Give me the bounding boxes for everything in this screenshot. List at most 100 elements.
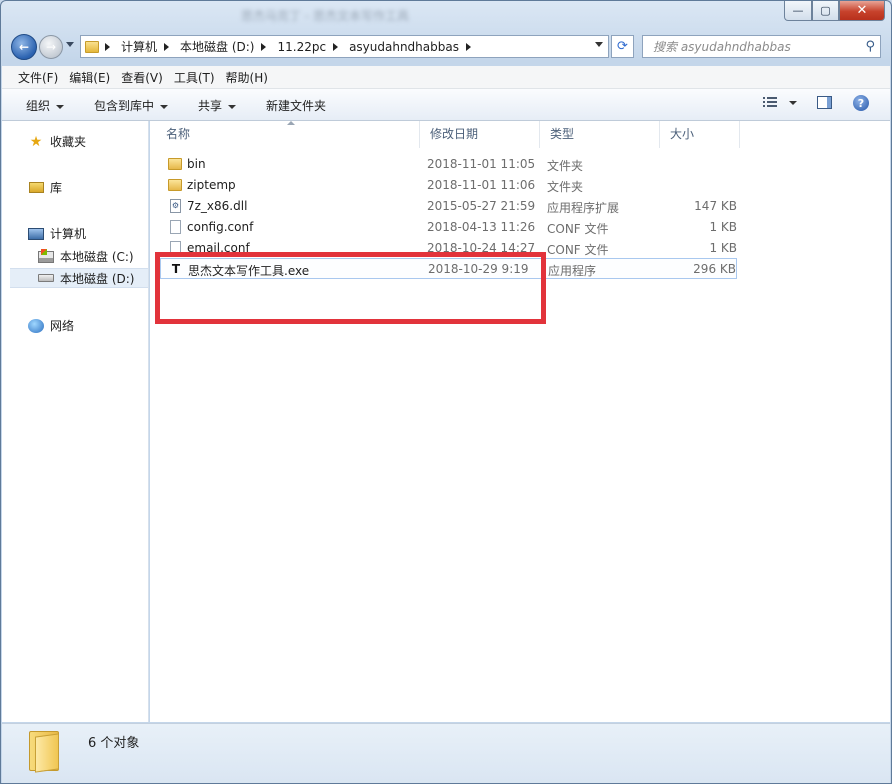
preview-pane-icon[interactable]	[817, 96, 832, 109]
explorer-window: 思杰马克丁 - 思杰文本写作工具 — ▢ ✕ ← → 计算机 本地磁盘 (D:)…	[0, 0, 892, 784]
breadcrumb-arrow-icon[interactable]	[164, 42, 170, 51]
file-size: 1 KB	[709, 220, 737, 234]
organize-button[interactable]: 组织	[26, 97, 65, 114]
file-size: 296 KB	[693, 262, 736, 276]
exe-icon: T	[171, 262, 181, 276]
include-label: 包含到库中	[94, 99, 155, 113]
file-row-exe-selected[interactable]: T 思杰文本写作工具.exe 2018-10-29 9:19 应用程序 296 …	[160, 258, 737, 279]
chevron-down-icon	[56, 104, 65, 109]
breadcrumb-arrow-icon[interactable]	[333, 42, 339, 51]
nav-favorites-label: 收藏夹	[50, 135, 87, 149]
back-arrow-icon: ←	[18, 40, 30, 54]
nav-libraries-label: 库	[50, 181, 63, 195]
breadcrumb-arrow-icon[interactable]	[465, 42, 471, 51]
file-type: 文件夹	[547, 159, 584, 173]
file-date: 2018-11-01 11:06	[427, 178, 536, 192]
file-icon	[170, 220, 181, 234]
file-date: 2018-04-13 11:26	[427, 220, 536, 234]
file-size: 1 KB	[709, 241, 737, 255]
nav-network[interactable]: 网络	[28, 317, 74, 334]
nav-drive-d[interactable]: 本地磁盘 (D:)	[10, 268, 148, 288]
file-name: config.conf	[187, 220, 254, 234]
address-history-dropdown[interactable]	[595, 42, 603, 47]
nav-drive-d-label: 本地磁盘 (D:)	[60, 271, 135, 286]
column-header-size[interactable]: 大小	[660, 121, 740, 148]
search-icon[interactable]: ⚲	[865, 39, 875, 54]
menu-help[interactable]: 帮助(H)	[210, 69, 274, 86]
chevron-down-icon	[160, 104, 169, 109]
file-date: 2015-05-27 21:59	[427, 199, 536, 213]
close-button[interactable]: ✕	[839, 1, 885, 21]
nav-computer[interactable]: 计算机	[28, 225, 86, 242]
refresh-button[interactable]: ⟳	[611, 35, 634, 58]
nav-network-label: 网络	[50, 319, 75, 333]
file-date: 2018-11-01 11:05	[427, 157, 536, 171]
share-label: 共享	[198, 99, 223, 113]
window-title: 思杰马克丁 - 思杰文本写作工具	[241, 9, 409, 23]
command-bar: 组织 包含到库中 共享 新建文件夹	[2, 89, 890, 121]
new-folder-button[interactable]: 新建文件夹	[266, 97, 326, 114]
folder-icon	[168, 179, 182, 191]
forward-button[interactable]: →	[39, 35, 63, 59]
column-header-type[interactable]: 类型	[540, 121, 660, 148]
help-icon[interactable]: ?	[853, 95, 869, 111]
column-header-name[interactable]: 名称	[156, 121, 420, 148]
nav-favorites[interactable]: ★ 收藏夹	[28, 133, 86, 150]
minimize-button[interactable]: —	[784, 1, 812, 21]
file-date: 2018-10-24 14:27	[427, 241, 536, 255]
search-box[interactable]: ⚲	[642, 35, 881, 58]
file-type: 文件夹	[547, 180, 584, 194]
star-icon: ★	[29, 133, 43, 150]
file-date: 2018-10-29 9:19	[428, 262, 529, 276]
file-name: email.conf	[187, 241, 250, 255]
breadcrumb-arrow-icon[interactable]	[105, 42, 110, 51]
nav-libraries[interactable]: 库	[28, 179, 62, 196]
breadcrumb-current-folder[interactable]: asyudahndhabbas	[346, 36, 462, 57]
file-row-config-conf[interactable]: config.conf 2018-04-13 11:26 CONF 文件 1 K…	[160, 217, 737, 238]
library-icon	[28, 181, 44, 195]
file-row-bin[interactable]: bin 2018-11-01 11:05 文件夹	[160, 154, 737, 175]
file-row-ziptemp[interactable]: ziptemp 2018-11-01 11:06 文件夹	[160, 175, 737, 196]
details-pane: 6 个对象	[2, 723, 890, 783]
nav-computer-label: 计算机	[50, 227, 87, 241]
navigation-pane: ★ 收藏夹 库 计算机 本地磁盘 (C:) 本地磁盘 (D:) 网络	[2, 121, 149, 722]
dll-icon: ⚙	[170, 199, 181, 213]
organize-label: 组织	[26, 99, 51, 113]
breadcrumb-11-22pc[interactable]: 11.22pc	[274, 36, 329, 57]
maximize-button[interactable]: ▢	[812, 1, 839, 21]
share-button[interactable]: 共享	[198, 97, 237, 114]
column-header-date[interactable]: 修改日期	[420, 121, 540, 148]
file-icon	[170, 241, 181, 255]
folder-icon	[168, 158, 182, 170]
address-bar[interactable]: 计算机 本地磁盘 (D:) 11.22pc asyudahndhabbas	[80, 35, 609, 58]
file-row-email-conf[interactable]: email.conf 2018-10-24 14:27 CONF 文件 1 KB	[160, 238, 737, 259]
file-list: 名称 修改日期 类型 大小 bin 2018-11-01 11:05 文件夹 z…	[150, 121, 890, 722]
refresh-icon: ⟳	[617, 39, 628, 54]
view-options-dropdown[interactable]	[789, 101, 797, 105]
recent-pages-dropdown[interactable]	[66, 42, 74, 47]
breadcrumb-arrow-icon[interactable]	[261, 42, 267, 51]
drive-icon	[38, 271, 54, 285]
back-button[interactable]: ←	[11, 34, 37, 60]
include-in-library-button[interactable]: 包含到库中	[94, 97, 169, 114]
breadcrumb-drive-d[interactable]: 本地磁盘 (D:)	[177, 36, 257, 57]
network-icon	[28, 318, 44, 333]
computer-icon	[28, 227, 44, 241]
breadcrumb-computer[interactable]: 计算机	[118, 36, 160, 57]
file-type: 应用程序扩展	[547, 201, 620, 215]
file-row-7z-dll[interactable]: ⚙ 7z_x86.dll 2015-05-27 21:59 应用程序扩展 147…	[160, 196, 737, 217]
nav-drive-c[interactable]: 本地磁盘 (C:)	[38, 248, 134, 265]
menu-bar: 文件(F) 编辑(E) 查看(V) 工具(T) 帮助(H)	[2, 66, 890, 89]
file-name: 思杰文本写作工具.exe	[188, 264, 310, 278]
file-type: CONF 文件	[547, 243, 609, 257]
item-count: 6 个对象	[88, 736, 140, 751]
file-size: 147 KB	[694, 199, 737, 213]
change-view-icon[interactable]	[763, 97, 777, 109]
large-folder-icon	[29, 731, 59, 773]
file-type: CONF 文件	[547, 222, 609, 236]
nav-drive-c-label: 本地磁盘 (C:)	[60, 250, 134, 264]
file-name: 7z_x86.dll	[187, 199, 248, 213]
search-input[interactable]	[653, 39, 853, 54]
forward-arrow-icon: →	[45, 40, 57, 54]
file-name: bin	[187, 157, 206, 171]
